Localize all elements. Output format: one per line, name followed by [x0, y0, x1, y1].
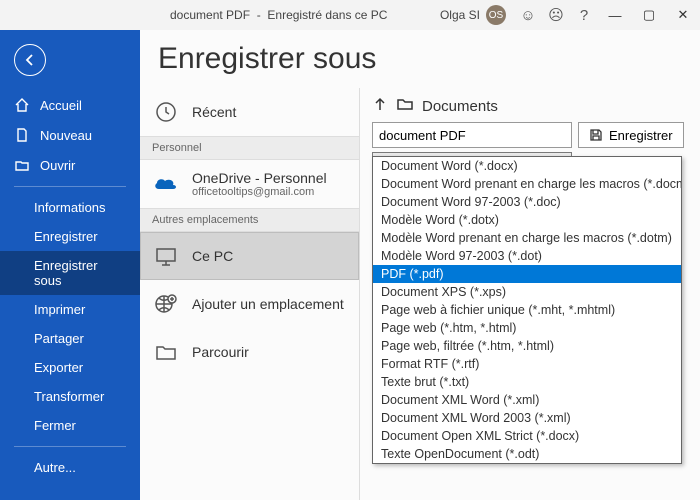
nav-new[interactable]: Nouveau — [0, 120, 140, 150]
onedrive-icon — [152, 170, 180, 198]
loc-browse[interactable]: Parcourir — [140, 328, 359, 376]
loc-this-pc-label: Ce PC — [192, 248, 233, 264]
nav-share[interactable]: Partager — [0, 324, 140, 353]
nav-home[interactable]: Accueil — [0, 90, 140, 120]
nav-open-label: Ouvrir — [40, 158, 75, 173]
save-button[interactable]: Enregistrer — [578, 122, 684, 148]
new-icon — [14, 127, 30, 143]
folder-icon — [152, 338, 180, 366]
minimize-button[interactable]: — — [598, 0, 632, 30]
filename-input[interactable] — [372, 122, 572, 148]
save-status: Enregistré dans ce PC — [267, 8, 387, 22]
filetype-option[interactable]: Texte OpenDocument (*.odt) — [373, 445, 681, 463]
folder-path-icon — [396, 96, 414, 116]
filetype-option[interactable]: Texte brut (*.txt) — [373, 373, 681, 391]
personal-heading: Personnel — [140, 136, 359, 160]
filetype-dropdown[interactable]: Document Word (*.docx)Document Word pren… — [372, 156, 682, 464]
filetype-option[interactable]: Page web (*.htm, *.html) — [373, 319, 681, 337]
filetype-option[interactable]: Document XPS (*.xps) — [373, 283, 681, 301]
filetype-option[interactable]: Document Open XML Strict (*.docx) — [373, 427, 681, 445]
open-icon — [14, 157, 30, 173]
loc-recent-label: Récent — [192, 104, 236, 120]
save-details-panel: Documents Enregistrer Document Word (*.d… — [360, 88, 700, 500]
maximize-button[interactable]: ▢ — [632, 0, 666, 30]
current-folder[interactable]: Documents — [422, 98, 498, 115]
save-button-label: Enregistrer — [609, 128, 673, 143]
nav-open[interactable]: Ouvrir — [0, 150, 140, 180]
loc-recent[interactable]: Récent — [140, 88, 359, 136]
loc-this-pc[interactable]: Ce PC — [140, 232, 359, 280]
user-area[interactable]: Olga SI OS — [440, 5, 506, 25]
filetype-option[interactable]: Modèle Word prenant en charge les macros… — [373, 229, 681, 247]
nav-save[interactable]: Enregistrer — [0, 222, 140, 251]
filetype-option[interactable]: Document Word prenant en charge les macr… — [373, 175, 681, 193]
loc-onedrive-label: OneDrive - Personnel — [192, 170, 327, 186]
nav-info[interactable]: Informations — [0, 193, 140, 222]
loc-onedrive[interactable]: OneDrive - Personnel officetooltips@gmai… — [140, 160, 359, 208]
nav-transform[interactable]: Transformer — [0, 382, 140, 411]
pc-icon — [152, 242, 180, 270]
filetype-option[interactable]: Format RTF (*.rtf) — [373, 355, 681, 373]
smile-icon[interactable]: ☺ — [514, 0, 542, 30]
filetype-option[interactable]: Document XML Word 2003 (*.xml) — [373, 409, 681, 427]
nav-new-label: Nouveau — [40, 128, 92, 143]
filetype-option[interactable]: Page web, filtrée (*.htm, *.html) — [373, 337, 681, 355]
locations-panel: Récent Personnel OneDrive - Personnel of… — [140, 88, 360, 500]
loc-add-place-label: Ajouter un emplacement — [192, 296, 344, 312]
frown-icon[interactable]: ☹ — [542, 0, 570, 30]
title-bar: document PDF - Enregistré dans ce PC Olg… — [0, 0, 700, 30]
save-icon — [589, 128, 603, 142]
filetype-option[interactable]: PDF (*.pdf) — [373, 265, 681, 283]
back-button[interactable] — [14, 44, 46, 76]
filetype-option[interactable]: Document Word (*.docx) — [373, 157, 681, 175]
add-place-icon — [152, 290, 180, 318]
other-heading: Autres emplacements — [140, 208, 359, 232]
filetype-option[interactable]: Modèle Word 97-2003 (*.dot) — [373, 247, 681, 265]
filetype-option[interactable]: Modèle Word (*.dotx) — [373, 211, 681, 229]
nav-home-label: Accueil — [40, 98, 82, 113]
page-title: Enregistrer sous — [140, 30, 700, 88]
doc-name: document PDF — [170, 8, 250, 22]
title-bar-text: document PDF - Enregistré dans ce PC — [170, 8, 387, 22]
nav-print[interactable]: Imprimer — [0, 295, 140, 324]
close-button[interactable]: ✕ — [666, 0, 700, 30]
filetype-option[interactable]: Document Word 97-2003 (*.doc) — [373, 193, 681, 211]
loc-onedrive-email: officetooltips@gmail.com — [192, 186, 327, 198]
clock-icon — [152, 98, 180, 126]
backstage-sidebar: Accueil Nouveau Ouvrir Informations Enre… — [0, 30, 140, 500]
nav-save-as[interactable]: Enregistrer sous — [0, 251, 140, 295]
user-name: Olga SI — [440, 8, 480, 22]
filetype-option[interactable]: Page web à fichier unique (*.mht, *.mhtm… — [373, 301, 681, 319]
loc-add-place[interactable]: Ajouter un emplacement — [140, 280, 359, 328]
help-icon[interactable]: ? — [570, 0, 598, 30]
loc-browse-label: Parcourir — [192, 344, 249, 360]
nav-more[interactable]: Autre... — [0, 453, 140, 482]
nav-export[interactable]: Exporter — [0, 353, 140, 382]
nav-close[interactable]: Fermer — [0, 411, 140, 440]
filetype-option[interactable]: Document XML Word (*.xml) — [373, 391, 681, 409]
home-icon — [14, 97, 30, 113]
avatar: OS — [486, 5, 506, 25]
up-icon[interactable] — [372, 96, 388, 116]
